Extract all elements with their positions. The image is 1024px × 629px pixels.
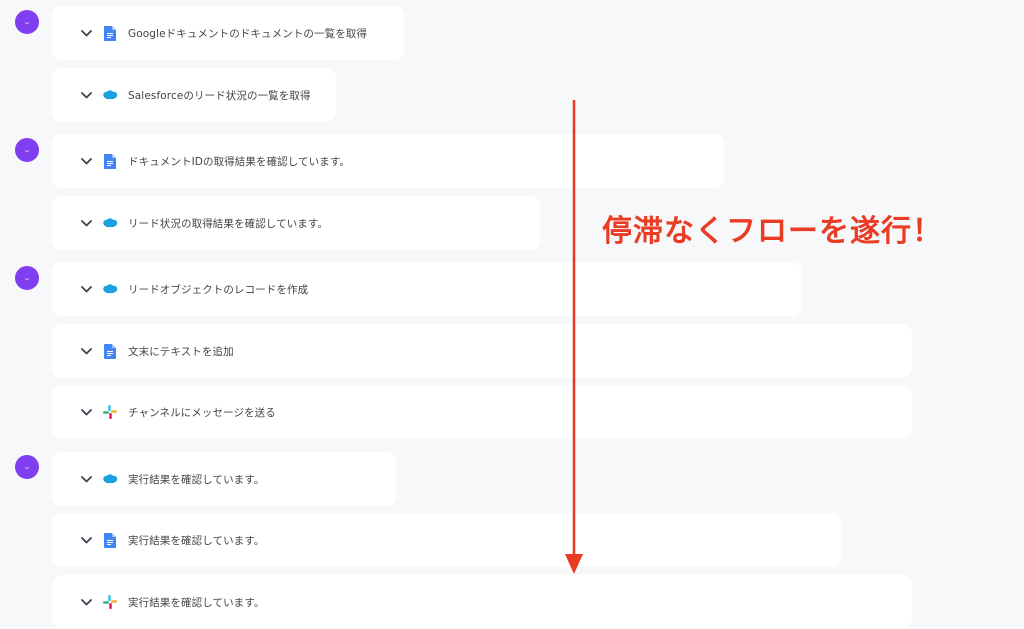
step-card-salesforce-lead-list[interactable]: Salesforceのリード状況の一覧を取得 bbox=[52, 68, 336, 122]
flow-arrow-icon bbox=[565, 100, 583, 574]
assistant-avatar: ᴗ bbox=[15, 10, 39, 34]
step-label: ドキュメントIDの取得結果を確認しています。 bbox=[128, 155, 351, 168]
chevron-down-icon[interactable] bbox=[80, 155, 92, 167]
chevron-down-icon[interactable] bbox=[80, 89, 92, 101]
assistant-avatar: ᴗ bbox=[15, 138, 39, 162]
google-doc-icon bbox=[102, 532, 118, 548]
chevron-down-icon[interactable] bbox=[80, 473, 92, 485]
slack-icon bbox=[102, 404, 118, 420]
step-label: Salesforceのリード状況の一覧を取得 bbox=[128, 89, 311, 102]
step-label: チャンネルにメッセージを送る bbox=[128, 406, 276, 419]
step-label: 実行結果を確認しています。 bbox=[128, 534, 265, 547]
step-label: 実行結果を確認しています。 bbox=[128, 473, 265, 486]
step-card-append-text[interactable]: 文末にテキストを追加 bbox=[52, 324, 912, 378]
chevron-down-icon[interactable] bbox=[80, 27, 92, 39]
chevron-down-icon[interactable] bbox=[80, 217, 92, 229]
annotation-text: 停滞なくフローを遂行！ bbox=[602, 214, 943, 249]
chevron-down-icon[interactable] bbox=[80, 283, 92, 295]
salesforce-cloud-icon bbox=[102, 87, 118, 103]
salesforce-cloud-icon bbox=[102, 281, 118, 297]
chevron-down-icon[interactable] bbox=[80, 534, 92, 546]
google-doc-icon bbox=[102, 25, 118, 41]
slack-icon bbox=[102, 594, 118, 610]
step-label: Googleドキュメントのドキュメントの一覧を取得 bbox=[128, 27, 368, 40]
chevron-down-icon[interactable] bbox=[80, 345, 92, 357]
step-label: 実行結果を確認しています。 bbox=[128, 596, 265, 609]
assistant-avatar: ᴗ bbox=[15, 266, 39, 290]
google-doc-icon bbox=[102, 153, 118, 169]
chevron-down-icon[interactable] bbox=[80, 596, 92, 608]
step-card-check-salesforce-result[interactable]: 実行結果を確認しています。 bbox=[52, 452, 396, 506]
step-label: リード状況の取得結果を確認しています。 bbox=[128, 217, 329, 230]
google-doc-icon bbox=[102, 343, 118, 359]
step-card-send-channel-message[interactable]: チャンネルにメッセージを送る bbox=[52, 385, 912, 439]
step-card-check-google-doc-result[interactable]: 実行結果を確認しています。 bbox=[52, 513, 842, 567]
step-label: リードオブジェクトのレコードを作成 bbox=[128, 283, 309, 296]
salesforce-cloud-icon bbox=[102, 471, 118, 487]
step-card-check-lead-status[interactable]: リード状況の取得結果を確認しています。 bbox=[52, 196, 540, 250]
step-card-check-document-id[interactable]: ドキュメントIDの取得結果を確認しています。 bbox=[52, 134, 724, 188]
step-label: 文末にテキストを追加 bbox=[128, 345, 234, 358]
step-card-create-lead-record[interactable]: リードオブジェクトのレコードを作成 bbox=[52, 262, 802, 316]
step-card-check-slack-result[interactable]: 実行結果を確認しています。 bbox=[52, 575, 912, 629]
assistant-avatar: ᴗ bbox=[15, 455, 39, 479]
step-card-google-doc-list[interactable]: Googleドキュメントのドキュメントの一覧を取得 bbox=[52, 6, 404, 60]
salesforce-cloud-icon bbox=[102, 215, 118, 231]
chevron-down-icon[interactable] bbox=[80, 406, 92, 418]
